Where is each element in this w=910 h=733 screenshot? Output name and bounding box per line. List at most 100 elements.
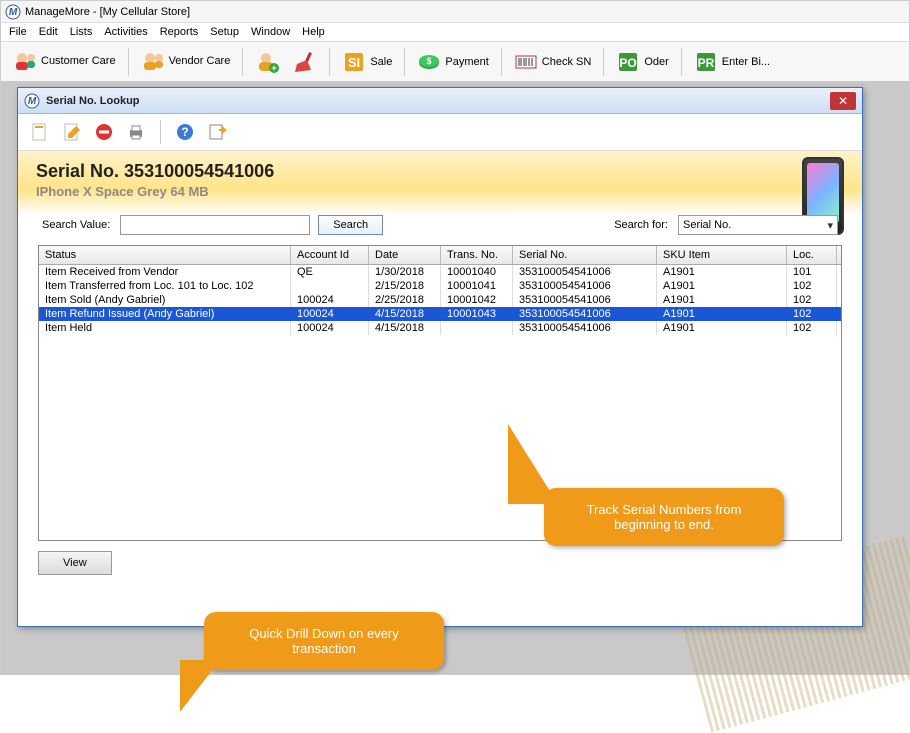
search-value-input[interactable] <box>120 215 310 235</box>
menu-lists[interactable]: Lists <box>70 26 93 38</box>
cell: 353100054541006 <box>513 279 657 293</box>
table-row[interactable]: Item Transferred from Loc. 101 to Loc. 1… <box>39 279 841 293</box>
sale-button[interactable]: SI Sale <box>336 46 398 78</box>
callout-drill-text: Quick Drill Down on every transaction <box>204 612 444 670</box>
menu-setup[interactable]: Setup <box>210 26 239 38</box>
menu-help[interactable]: Help <box>302 26 325 38</box>
view-button-wrap: View <box>38 551 842 575</box>
add-user-button[interactable]: + <box>249 46 285 78</box>
cell: 4/15/2018 <box>369 321 441 335</box>
toolbar-sep <box>501 48 502 76</box>
enter-bill-icon: PR <box>694 50 718 74</box>
order-button[interactable]: PO Oder <box>610 46 674 78</box>
delete-button[interactable] <box>92 120 116 144</box>
serial-label: Serial No. <box>36 161 119 181</box>
cell: Item Held <box>39 321 291 335</box>
svg-text:?: ? <box>181 125 188 139</box>
cell: 102 <box>787 307 837 321</box>
search-for-select[interactable]: Serial No. <box>678 215 838 235</box>
app-logo-icon: M <box>5 4 21 20</box>
cell: 100024 <box>291 307 369 321</box>
window-logo-icon: M <box>24 93 40 109</box>
cell: 10001043 <box>441 307 513 321</box>
toolbar-sep <box>242 48 243 76</box>
help-button[interactable]: ? <box>173 120 197 144</box>
col-sku[interactable]: SKU Item <box>657 246 787 264</box>
cell <box>441 321 513 335</box>
search-button[interactable]: Search <box>318 215 383 235</box>
cell: A1901 <box>657 321 787 335</box>
search-value-label: Search Value: <box>42 219 110 231</box>
main-window: M ManageMore - [My Cellular Store] File … <box>0 0 910 675</box>
menu-edit[interactable]: Edit <box>39 26 58 38</box>
export-button[interactable] <box>205 120 229 144</box>
callout-drill: Quick Drill Down on every transaction <box>204 612 444 670</box>
serial-header: Serial No. 353100054541006 IPhone X Spac… <box>18 151 862 215</box>
svg-text:$: $ <box>427 56 432 66</box>
check-sn-button[interactable]: Check SN <box>508 46 598 78</box>
titlebar: M ManageMore - [My Cellular Store] <box>1 1 909 23</box>
order-label: Oder <box>644 56 668 68</box>
main-toolbar: Customer Care Vendor Care + SI Sale $ Pa… <box>1 42 909 82</box>
cell: 10001041 <box>441 279 513 293</box>
cell: 100024 <box>291 293 369 307</box>
col-date[interactable]: Date <box>369 246 441 264</box>
menu-window[interactable]: Window <box>251 26 290 38</box>
svg-text:PR: PR <box>697 56 714 70</box>
cell: 102 <box>787 279 837 293</box>
search-for-label: Search for: <box>614 219 668 231</box>
grid-body: Item Received from VendorQE1/30/20181000… <box>39 265 841 335</box>
mdi-area: M Serial No. Lookup ✕ ? Serial No. <box>1 81 909 674</box>
toolbar-sep <box>128 48 129 76</box>
cell: Item Transferred from Loc. 101 to Loc. 1… <box>39 279 291 293</box>
table-row[interactable]: Item Refund Issued (Andy Gabriel)1000244… <box>39 307 841 321</box>
col-account[interactable]: Account Id <box>291 246 369 264</box>
enter-bill-button[interactable]: PR Enter Bi... <box>688 46 776 78</box>
child-toolbar: ? <box>18 114 862 151</box>
col-status[interactable]: Status <box>39 246 291 264</box>
child-titlebar[interactable]: M Serial No. Lookup ✕ <box>18 88 862 114</box>
col-serial[interactable]: Serial No. <box>513 246 657 264</box>
new-button[interactable] <box>28 120 52 144</box>
broom-icon <box>293 50 317 74</box>
search-for-value: Serial No. <box>683 219 731 231</box>
check-sn-label: Check SN <box>542 56 592 68</box>
grid-header: Status Account Id Date Trans. No. Serial… <box>39 246 841 265</box>
edit-button[interactable] <box>60 120 84 144</box>
table-row[interactable]: Item Held1000244/15/2018353100054541006A… <box>39 321 841 335</box>
serial-heading: Serial No. 353100054541006 <box>36 161 844 182</box>
cell: Item Received from Vendor <box>39 265 291 279</box>
col-loc[interactable]: Loc. <box>787 246 837 264</box>
cell: 10001042 <box>441 293 513 307</box>
vendor-care-button[interactable]: Vendor Care <box>135 46 237 78</box>
cell: 353100054541006 <box>513 307 657 321</box>
col-trans[interactable]: Trans. No. <box>441 246 513 264</box>
view-button[interactable]: View <box>38 551 112 575</box>
payment-button[interactable]: $ Payment <box>411 46 494 78</box>
menu-reports[interactable]: Reports <box>160 26 199 38</box>
toolbar-sep <box>329 48 330 76</box>
cell: A1901 <box>657 265 787 279</box>
cell: 102 <box>787 293 837 307</box>
search-row: Search Value: Search Search for: Serial … <box>18 215 862 245</box>
menu-activities[interactable]: Activities <box>104 26 147 38</box>
svg-text:SI: SI <box>348 55 360 70</box>
clean-button[interactable] <box>287 46 323 78</box>
table-row[interactable]: Item Sold (Andy Gabriel)1000242/25/20181… <box>39 293 841 307</box>
print-button[interactable] <box>124 120 148 144</box>
customer-care-icon <box>13 50 37 74</box>
barcode-icon <box>514 50 538 74</box>
cell: 102 <box>787 321 837 335</box>
menu-file[interactable]: File <box>9 26 27 38</box>
svg-text:+: + <box>272 63 277 73</box>
serial-value: 353100054541006 <box>124 161 274 181</box>
customer-care-button[interactable]: Customer Care <box>7 46 122 78</box>
cell: 353100054541006 <box>513 293 657 307</box>
cell: 2/15/2018 <box>369 279 441 293</box>
table-row[interactable]: Item Received from VendorQE1/30/20181000… <box>39 265 841 279</box>
sale-icon: SI <box>342 50 366 74</box>
close-button[interactable]: ✕ <box>830 92 856 110</box>
cell: A1901 <box>657 279 787 293</box>
cell: 10001040 <box>441 265 513 279</box>
cell: A1901 <box>657 293 787 307</box>
